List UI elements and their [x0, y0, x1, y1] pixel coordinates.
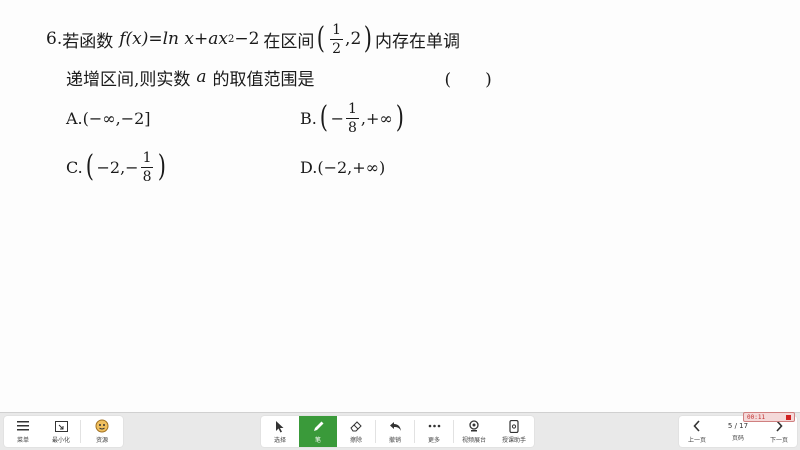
- stop-icon[interactable]: [786, 414, 791, 420]
- interval-denominator: 2: [332, 40, 342, 57]
- eraser-tool-label: 擦除: [349, 437, 362, 444]
- drawing-tool-group: 选择 笔 擦除 撤销 更多 视频展台 授课助手: [261, 416, 534, 447]
- prev-page-label: 上一页: [687, 437, 706, 444]
- phone-icon: [506, 419, 522, 433]
- menu-icon: [15, 419, 31, 433]
- interval-end: ,2: [345, 29, 362, 49]
- question-line2-a: 递增区间,则实数: [66, 69, 191, 90]
- question-stem-c: 内存在单调: [375, 31, 460, 52]
- option-b-pre: −: [330, 108, 344, 128]
- minimize-button[interactable]: 最小化: [42, 416, 80, 447]
- option-b-denominator: 8: [347, 119, 357, 136]
- undo-label: 撤销: [388, 437, 401, 444]
- minimize-label: 最小化: [51, 437, 70, 444]
- variable-a: a: [196, 67, 207, 87]
- option-b: B. ( − 1 8 ,+∞ ): [300, 99, 406, 137]
- page-number: 5 / 17: [727, 421, 749, 430]
- option-c-denominator: 8: [142, 168, 152, 185]
- option-c-close-paren: ): [158, 149, 167, 184]
- next-page-label: 下一页: [769, 437, 788, 444]
- option-a: A. (−∞,−2]: [66, 102, 151, 134]
- eraser-tool-button[interactable]: 擦除: [337, 416, 375, 447]
- question-stem-a: 若函数: [62, 31, 114, 52]
- function-tail: −2: [234, 29, 260, 49]
- teaching-assistant-button[interactable]: 授课助手: [494, 416, 534, 447]
- answer-blank: ( ): [444, 69, 492, 90]
- prev-page-button[interactable]: 上一页: [679, 416, 715, 447]
- video-booth-label: 视频展台: [461, 437, 486, 444]
- pen-icon: [310, 419, 326, 433]
- question-number: 6.: [46, 29, 63, 49]
- teaching-assistant-label: 授课助手: [501, 437, 526, 444]
- recording-indicator[interactable]: 00:11: [743, 412, 795, 422]
- pen-tool-label: 笔: [314, 437, 321, 444]
- question-line2-b: 的取值范围是: [212, 69, 315, 90]
- undo-icon: [387, 419, 403, 433]
- resource-icon: [94, 419, 110, 433]
- option-c-numerator: 1: [140, 149, 154, 168]
- question-stem-b: 在区间: [263, 31, 315, 52]
- page-number-label: 页码: [731, 434, 744, 442]
- option-c-fraction: 1 8: [140, 149, 154, 185]
- interval-fraction: 1 2: [330, 21, 344, 57]
- option-b-numerator: 1: [345, 100, 359, 119]
- option-c-pre: −2,−: [96, 157, 139, 177]
- cursor-icon: [272, 419, 288, 433]
- menu-label: 菜单: [16, 437, 29, 444]
- more-button[interactable]: 更多: [415, 416, 453, 447]
- option-b-post: ,+∞: [360, 108, 393, 128]
- select-tool-label: 选择: [273, 437, 286, 444]
- slide-page: 6. 若函数 f(x)=ln x+ax 2 −2 在区间 ( 1 2 ,2 ) …: [0, 0, 800, 412]
- resource-label: 资源: [95, 437, 108, 444]
- interval-open-paren: (: [317, 21, 326, 56]
- option-a-text: (−∞,−2]: [82, 108, 151, 128]
- option-d-text: (−2,+∞): [317, 157, 386, 177]
- interval-numerator: 1: [330, 21, 344, 40]
- resource-button[interactable]: 资源: [81, 416, 123, 447]
- camera-icon: [466, 419, 482, 433]
- undo-button[interactable]: 撤销: [376, 416, 414, 447]
- function-expression: f(x)=ln x+ax: [119, 29, 228, 49]
- option-b-close-paren: ): [395, 100, 404, 135]
- menu-button[interactable]: 菜单: [4, 416, 42, 447]
- option-c-open-paren: (: [85, 149, 94, 184]
- chevron-left-icon: [689, 419, 705, 433]
- recording-time: 00:11: [747, 413, 766, 421]
- option-b-fraction: 1 8: [345, 100, 359, 136]
- option-b-label: B.: [300, 108, 317, 128]
- option-a-label: A.: [66, 108, 83, 128]
- left-tool-group: 菜单 最小化 资源: [4, 416, 123, 447]
- option-d: D. (−2,+∞): [300, 148, 385, 186]
- more-label: 更多: [427, 437, 440, 444]
- interval-close-paren: ): [364, 21, 373, 56]
- video-booth-button[interactable]: 视频展台: [454, 416, 494, 447]
- pen-tool-button[interactable]: 笔: [299, 416, 337, 447]
- option-c: C. ( −2,− 1 8 ): [66, 148, 169, 186]
- minimize-icon: [53, 419, 69, 433]
- question-line-2: 递增区间,则实数 a 的取值范围是 ( ): [66, 64, 492, 90]
- eraser-icon: [348, 419, 364, 433]
- option-b-open-paren: (: [319, 100, 328, 135]
- option-d-label: D.: [300, 157, 318, 177]
- question-line-1: 6. 若函数 f(x)=ln x+ax 2 −2 在区间 ( 1 2 ,2 ) …: [46, 22, 460, 56]
- bottom-toolbar: 菜单 最小化 资源 选择 笔 擦除 撤销 更多 视频展台 授课助手 上一页 5 …: [0, 412, 800, 450]
- select-tool-button[interactable]: 选择: [261, 416, 299, 447]
- option-c-label: C.: [66, 157, 83, 177]
- more-icon: [426, 419, 442, 433]
